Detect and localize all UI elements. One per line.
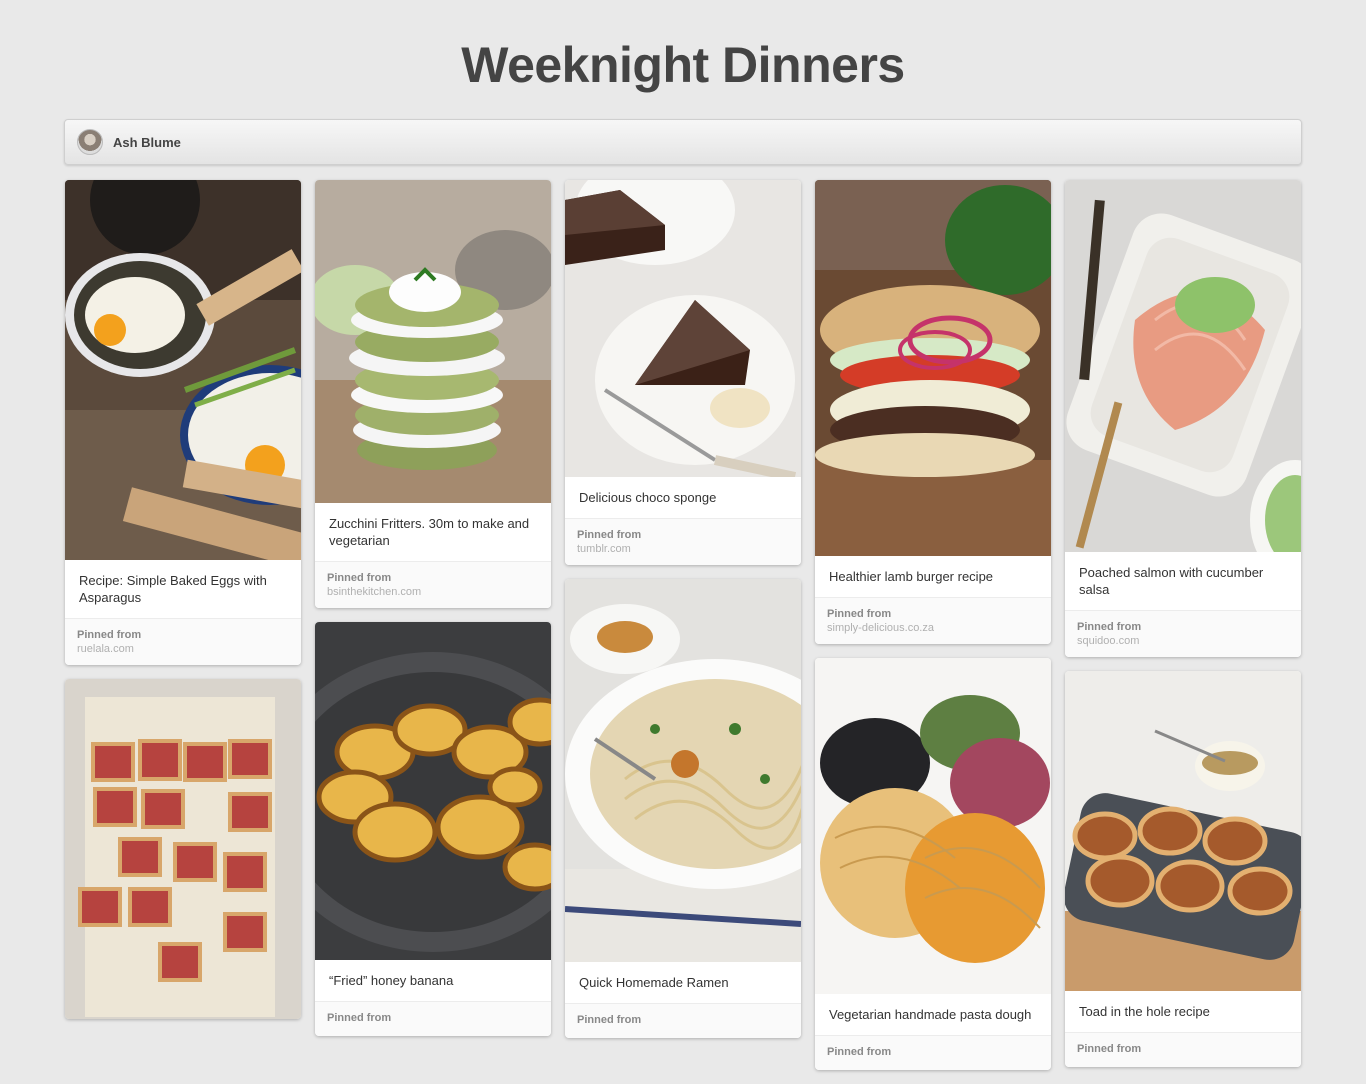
pin-column-1: Recipe: Simple Baked Eggs with Asparagus… — [65, 180, 301, 1033]
pin-description[interactable]: Vegetarian handmade pasta dough — [815, 994, 1051, 1036]
board-owner-bar[interactable]: Ash Blume — [64, 119, 1302, 165]
homemade-ramen-image[interactable] — [565, 579, 801, 962]
pin-description[interactable]: Recipe: Simple Baked Eggs with Asparagus — [65, 560, 301, 619]
pin-source-label: Pinned from — [577, 529, 642, 541]
fried-honey-banana-image[interactable] — [315, 622, 551, 960]
pin-card[interactable]: Quick Homemade Ramen Pinned from — [565, 579, 801, 1038]
pin-source-label: Pinned from — [1077, 621, 1142, 633]
pin-column-5: Poached salmon with cucumber salsa Pinne… — [1065, 180, 1301, 1081]
pin-description[interactable]: Poached salmon with cucumber salsa — [1065, 552, 1301, 611]
pin-card[interactable]: Delicious choco sponge Pinned from tumbl… — [565, 180, 801, 565]
pin-card[interactable]: Vegetarian handmade pasta dough Pinned f… — [815, 658, 1051, 1070]
pin-source[interactable]: Pinned from — [565, 1004, 801, 1038]
lamb-burger-image[interactable] — [815, 180, 1051, 556]
pin-card[interactable]: Healthier lamb burger recipe Pinned from… — [815, 180, 1051, 644]
pin-card[interactable]: Poached salmon with cucumber salsa Pinne… — [1065, 180, 1301, 657]
pin-source[interactable]: Pinned from simply-delicious.co.za — [815, 598, 1051, 644]
pin-description[interactable]: Delicious choco sponge — [565, 477, 801, 519]
pin-source[interactable]: Pinned from bsinthekitchen.com — [315, 562, 551, 608]
pin-description[interactable]: Toad in the hole recipe — [1065, 991, 1301, 1033]
zucchini-fritters-image[interactable] — [315, 180, 551, 503]
pin-card[interactable] — [65, 679, 301, 1019]
pin-column-2: Zucchini Fritters. 30m to make and veget… — [315, 180, 551, 1050]
pin-source[interactable]: Pinned from squidoo.com — [1065, 611, 1301, 657]
pin-source[interactable]: Pinned from — [1065, 1033, 1301, 1067]
pin-source-domain[interactable]: bsinthekitchen.com — [327, 586, 539, 598]
choco-sponge-image[interactable] — [565, 180, 801, 477]
pin-description[interactable]: “Fried” honey banana — [315, 960, 551, 1002]
berry-crumble-bars-image[interactable] — [65, 679, 301, 1019]
pin-source-label: Pinned from — [827, 608, 892, 620]
pin-source-domain[interactable]: squidoo.com — [1077, 635, 1289, 647]
baked-eggs-asparagus-image[interactable] — [65, 180, 301, 560]
pin-source[interactable]: Pinned from — [815, 1036, 1051, 1070]
pin-description[interactable]: Healthier lamb burger recipe — [815, 556, 1051, 598]
pin-source-domain[interactable]: ruelala.com — [77, 643, 289, 655]
pin-card[interactable]: “Fried” honey banana Pinned from — [315, 622, 551, 1036]
board-title: Weeknight Dinners — [461, 37, 905, 93]
pin-source-domain[interactable]: simply-delicious.co.za — [827, 622, 1039, 634]
pin-column-4: Healthier lamb burger recipe Pinned from… — [815, 180, 1051, 1084]
pin-source-label: Pinned from — [327, 1012, 392, 1024]
pin-column-3: Delicious choco sponge Pinned from tumbl… — [565, 180, 801, 1052]
pin-card[interactable]: Zucchini Fritters. 30m to make and veget… — [315, 180, 551, 608]
pin-source[interactable]: Pinned from — [315, 1002, 551, 1036]
pin-source-label: Pinned from — [577, 1014, 642, 1026]
pin-card[interactable]: Recipe: Simple Baked Eggs with Asparagus… — [65, 180, 301, 665]
pin-source[interactable]: Pinned from tumblr.com — [565, 519, 801, 565]
pin-source-label: Pinned from — [327, 572, 392, 584]
pin-description[interactable]: Quick Homemade Ramen — [565, 962, 801, 1004]
pin-source[interactable]: Pinned from ruelala.com — [65, 619, 301, 665]
owner-name[interactable]: Ash Blume — [113, 135, 181, 150]
handmade-pasta-image[interactable] — [815, 658, 1051, 994]
pin-source-label: Pinned from — [827, 1046, 892, 1058]
owner-avatar[interactable] — [77, 129, 103, 155]
pin-description[interactable]: Zucchini Fritters. 30m to make and veget… — [315, 503, 551, 562]
toad-in-the-hole-image[interactable] — [1065, 671, 1301, 991]
poached-salmon-image[interactable] — [1065, 180, 1301, 552]
pin-source-label: Pinned from — [1077, 1043, 1142, 1055]
pin-card[interactable]: Toad in the hole recipe Pinned from — [1065, 671, 1301, 1067]
pin-source-domain[interactable]: tumblr.com — [577, 543, 789, 555]
pin-source-label: Pinned from — [77, 629, 142, 641]
